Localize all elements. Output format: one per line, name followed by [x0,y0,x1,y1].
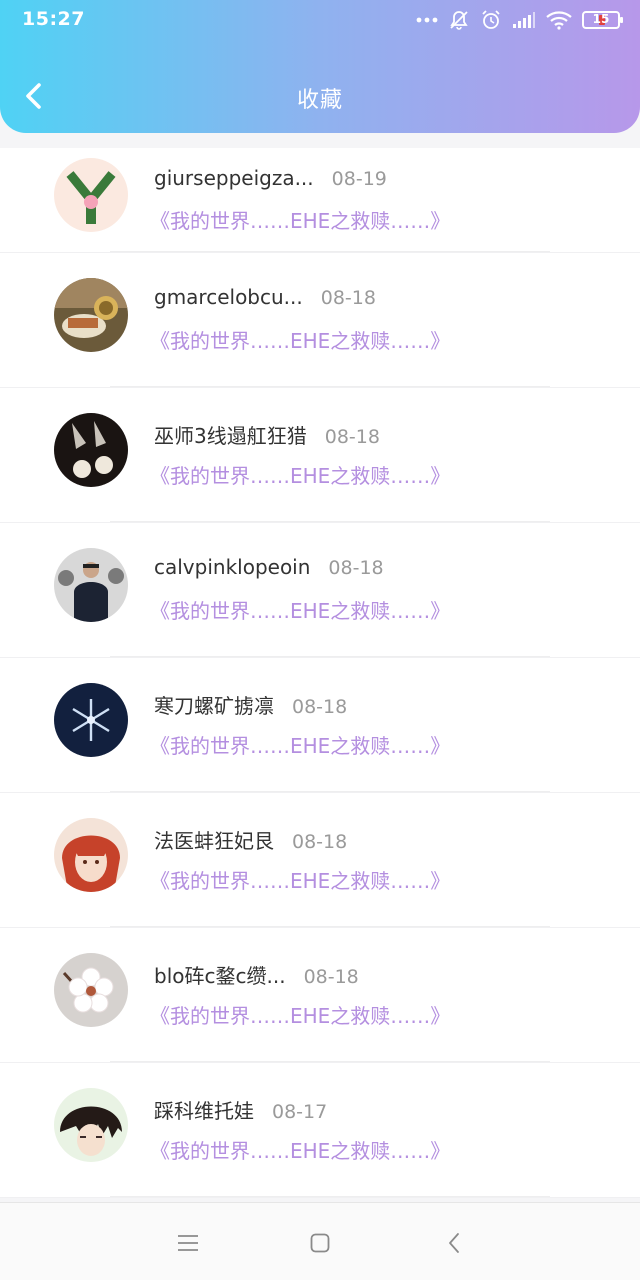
list-item[interactable]: 巫师3线遢舡狂猎 08-18 《我的世界……EHE之救赎……》 [0,388,640,523]
item-date: 08-18 [292,831,348,853]
avatar[interactable] [54,818,128,892]
item-title[interactable]: 《我的世界……EHE之救赎……》 [150,325,450,354]
item-date: 08-19 [331,168,387,190]
item-title[interactable]: 《我的世界……EHE之救赎……》 [150,1000,450,1029]
user-name: 寒刀螺矿掳凛 [154,694,274,718]
more-dots-icon [416,17,438,23]
divider [110,926,550,927]
divider [110,656,550,657]
divider [110,251,550,252]
divider [110,1061,550,1062]
battery-level: 15 [592,12,610,26]
battery-icon: 15 [582,11,623,29]
avatar[interactable] [54,278,128,352]
item-date: 08-18 [303,966,359,988]
avatar[interactable] [54,953,128,1027]
item-title[interactable]: 《我的世界……EHE之救赎……》 [150,730,450,759]
wifi-icon [546,10,572,30]
status-time: 15:27 [22,8,85,30]
user-name: calvpinklopeoin [154,555,311,579]
user-name: 巫师3线遢舡狂猎 [154,424,307,448]
list-item[interactable]: blo砗c鍪c缵... 08-18 《我的世界……EHE之救赎……》 [0,928,640,1063]
user-name: blo砗c鍪c缵... [154,964,286,988]
item-date: 08-18 [324,426,380,448]
status-bar: 15:27 15 [0,0,640,40]
item-date: 08-18 [328,557,384,579]
user-name: gmarcelobcu... [154,285,303,309]
item-date: 08-17 [272,1101,328,1123]
back-chevron-icon [449,1233,459,1253]
item-title[interactable]: 《我的世界……EHE之救赎……》 [150,205,450,234]
list-item[interactable]: giurseppeigza... 08-19 《我的世界……EHE之救赎……》 [0,148,640,253]
item-title[interactable]: 《我的世界……EHE之救赎……》 [150,865,450,894]
menu-icon [178,1235,198,1251]
item-date: 08-18 [320,287,376,309]
avatar[interactable] [54,158,128,232]
favorites-list: giurseppeigza... 08-19 《我的世界……EHE之救赎……》 … [0,148,640,1202]
system-back-button[interactable] [436,1225,472,1261]
user-name: 法医蚌狂妃艮 [154,829,274,853]
system-nav-bar [0,1202,640,1280]
user-name: 踩科维托娃 [154,1099,254,1123]
item-date: 08-18 [292,696,348,718]
list-item[interactable]: 踩科维托娃 08-17 《我的世界……EHE之救赎……》 [0,1063,640,1198]
menu-button[interactable] [170,1225,206,1261]
avatar[interactable] [54,683,128,757]
avatar[interactable] [54,413,128,487]
list-item[interactable]: 法医蚌狂妃艮 08-18 《我的世界……EHE之救赎……》 [0,793,640,928]
alarm-icon [480,9,502,31]
item-title[interactable]: 《我的世界……EHE之救赎……》 [150,1135,450,1164]
home-square-icon [310,1233,330,1253]
avatar[interactable] [54,1088,128,1162]
item-title[interactable]: 《我的世界……EHE之救赎……》 [150,460,450,489]
list-item[interactable]: calvpinklopeoin 08-18 《我的世界……EHE之救赎……》 [0,523,640,658]
signal-icon [512,11,536,29]
page-title: 收藏 [296,88,343,113]
header-bar: 15:27 15 收藏 [0,0,640,133]
item-title[interactable]: 《我的世界……EHE之救赎……》 [150,595,450,624]
divider [110,386,550,387]
divider [110,1196,550,1197]
status-icons: 15 [416,8,623,32]
avatar[interactable] [54,548,128,622]
notifications-off-icon [448,9,470,31]
divider [110,791,550,792]
list-item[interactable]: gmarcelobcu... 08-18 《我的世界……EHE之救赎……》 [0,253,640,388]
home-button[interactable] [302,1225,338,1261]
list-item[interactable]: 寒刀螺矿掳凛 08-18 《我的世界……EHE之救赎……》 [0,658,640,793]
divider [110,521,550,522]
user-name: giurseppeigza... [154,166,314,190]
